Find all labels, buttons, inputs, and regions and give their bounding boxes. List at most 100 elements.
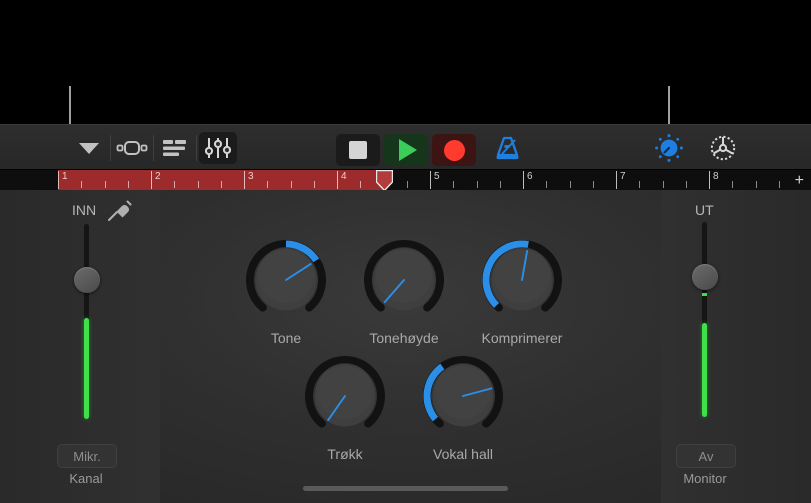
metronome-icon: [496, 136, 519, 160]
ruler-beat-tick: [360, 181, 362, 188]
knob-trokk[interactable]: [299, 350, 391, 442]
input-label: INN: [72, 202, 97, 218]
knob-tonehoyde-dial: [364, 240, 444, 312]
audio-jack-icon: [108, 200, 132, 221]
knob-cap-gloss: [317, 363, 373, 419]
tracks-list-icon: [163, 139, 186, 156]
ruler-bar-tick: [523, 171, 524, 189]
ruler-beat-tick: [569, 181, 571, 188]
cycle-button[interactable]: [113, 132, 151, 164]
ruler-bar-label: 1: [62, 171, 68, 182]
transport-controls: [336, 134, 476, 166]
ruler-bar-tick: [244, 171, 245, 189]
knob-vokalhall-label: Vokal hall: [433, 446, 493, 462]
ruler-bar-label: 6: [527, 171, 533, 182]
input-level-meter: [84, 318, 89, 419]
ruler-bar-tick: [337, 171, 338, 189]
chevron-down-icon: [79, 142, 99, 154]
ruler-bar-label: 3: [248, 171, 254, 182]
ruler-beat-tick: [592, 181, 594, 188]
monitor-caption: Monitor: [683, 471, 727, 486]
ruler-beat-tick: [197, 181, 199, 188]
output-level-meter: [702, 323, 707, 417]
knob-tone[interactable]: [240, 234, 332, 326]
stop-button[interactable]: [336, 134, 380, 166]
toolbar-left-group: [70, 131, 237, 164]
ruler-beat-tick: [662, 181, 664, 188]
ruler-beat-tick: [778, 181, 780, 188]
ruler-bar-tick: [151, 171, 152, 189]
mixer-button[interactable]: [199, 131, 237, 164]
gear-icon: [710, 135, 736, 161]
knob-tonehoyde[interactable]: [358, 234, 450, 326]
play-icon: [399, 139, 417, 161]
ruler-beat-tick: [81, 181, 83, 188]
main-toolbar: [0, 124, 811, 170]
recording-screen: 12345678 + INN Mikr. Kanal UT Av Monitor…: [0, 0, 811, 503]
knob-komprimerer-dial: [482, 240, 562, 312]
ruler-beat-tick: [755, 181, 757, 188]
ruler-bar-tick: [616, 171, 617, 189]
add-section-button[interactable]: +: [795, 173, 804, 189]
ruler-beat-tick: [732, 181, 734, 188]
input-fader[interactable]: [73, 224, 100, 419]
input-channel-strip: INN Mikr. Kanal: [0, 190, 160, 503]
ruler-beat-tick: [127, 181, 129, 188]
knob-cap-gloss: [376, 247, 432, 303]
ruler-beat-tick: [290, 181, 292, 188]
monitor-toggle-button[interactable]: Av: [676, 444, 736, 468]
output-channel-strip: UT Av Monitor: [661, 190, 811, 503]
knob-tone-dial: [246, 240, 326, 312]
output-fader[interactable]: [691, 222, 718, 417]
toolbar-divider: [110, 134, 111, 161]
record-button[interactable]: [432, 134, 476, 166]
play-button[interactable]: [384, 134, 428, 166]
input-fader-knob[interactable]: [73, 267, 100, 293]
ruler-bar-label: 8: [713, 171, 719, 182]
knob-vokalhall-dial: [423, 356, 503, 428]
ruler-beat-tick: [267, 181, 269, 188]
ruler-beat-tick: [313, 181, 315, 188]
ruler-beat-tick: [685, 181, 687, 188]
output-label: UT: [695, 202, 714, 218]
knob-trokk-dial: [305, 356, 385, 428]
knob-komprimerer-label: Komprimerer: [481, 330, 563, 346]
ruler-beat-tick: [499, 181, 501, 188]
ruler-beat-tick: [476, 181, 478, 188]
ruler-bar-label: 5: [434, 171, 440, 182]
timeline-ruler[interactable]: 1 2 3 4 5 6 7 8 +: [0, 169, 811, 192]
tuner-button[interactable]: [650, 132, 688, 164]
ruler-bar-label: 7: [620, 171, 626, 182]
record-icon: [443, 139, 465, 161]
navigation-chevron[interactable]: [70, 132, 108, 164]
input-source-button[interactable]: Mikr.: [57, 444, 117, 468]
output-peak-tick: [702, 293, 707, 296]
stop-icon: [349, 141, 367, 159]
ruler-beat-tick: [104, 181, 106, 188]
knob-vokalhall[interactable]: [417, 350, 509, 442]
ruler-bar-tick: [709, 171, 710, 189]
toolbar-divider: [153, 134, 154, 161]
cycle-icon: [116, 140, 148, 155]
ruler-beat-tick: [406, 181, 408, 188]
tracks-button[interactable]: [156, 132, 194, 164]
ruler-beat-tick: [174, 181, 176, 188]
faders-icon: [205, 137, 231, 158]
knob-komprimerer[interactable]: [476, 234, 568, 326]
input-caption: Kanal: [69, 471, 103, 486]
ruler-bar-tick: [430, 171, 431, 189]
tuner-icon: [655, 134, 683, 162]
output-fader-knob[interactable]: [691, 264, 718, 290]
ruler-beat-tick: [220, 181, 222, 188]
ruler-bar-label: 2: [155, 171, 161, 182]
ruler-beat-tick: [453, 181, 455, 188]
home-indicator: [303, 486, 508, 491]
metronome-button[interactable]: [489, 132, 527, 164]
settings-button[interactable]: [704, 132, 742, 164]
playhead-marker[interactable]: [375, 170, 393, 191]
plugin-area: INN Mikr. Kanal UT Av Monitor Tone Toneh…: [0, 190, 811, 503]
ruler-bar-label: 4: [341, 171, 347, 182]
ruler-bar-tick: [58, 171, 59, 189]
ruler-beat-tick: [639, 181, 641, 188]
ruler-beat-tick: [546, 181, 548, 188]
